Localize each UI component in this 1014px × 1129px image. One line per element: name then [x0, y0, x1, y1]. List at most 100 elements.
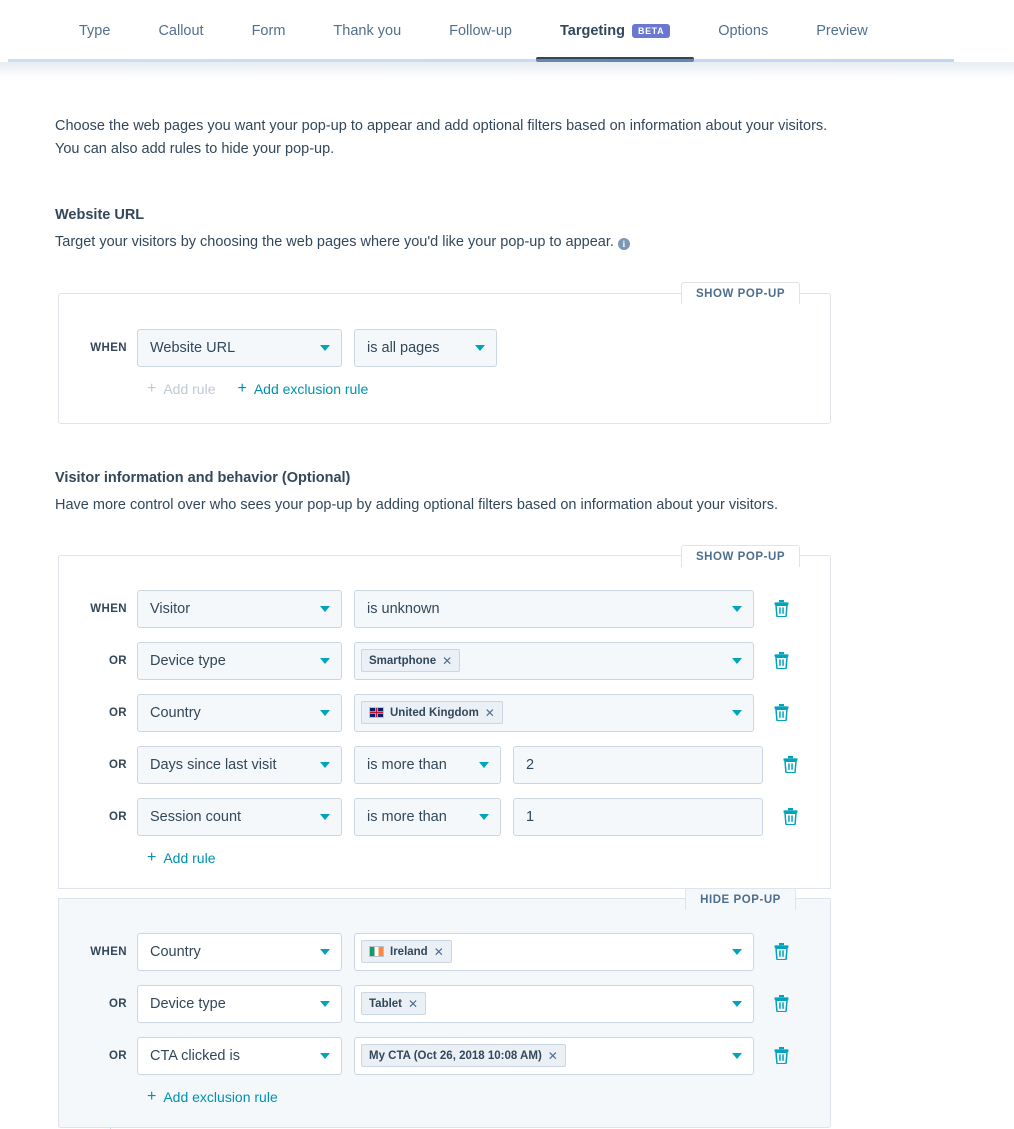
tab-options[interactable]: Options: [694, 0, 792, 62]
property-dropdown-value: Country: [150, 704, 201, 721]
property-dropdown[interactable]: Device type: [137, 641, 342, 680]
website-url-description: Target your visitors by choosing the web…: [55, 232, 1014, 254]
operator-dropdown-value: is all pages: [367, 340, 440, 357]
page-content: Choose the web pages you want your pop-u…: [0, 62, 1014, 1128]
operator-dropdown[interactable]: is all pages: [354, 329, 497, 368]
remove-chip-icon[interactable]: ✕: [408, 998, 418, 1010]
property-dropdown-value: Visitor: [150, 600, 191, 617]
trash-icon: [783, 808, 797, 826]
remove-chip-icon[interactable]: ✕: [548, 1050, 558, 1062]
property-dropdown[interactable]: Country: [137, 693, 342, 732]
property-dropdown[interactable]: Session count: [137, 797, 342, 836]
operator-dropdown-value: is more than: [367, 808, 447, 825]
property-dropdown[interactable]: Visitor: [137, 589, 342, 628]
tab-label: Follow-up: [449, 23, 512, 39]
info-icon[interactable]: i: [617, 238, 630, 251]
hide-popup-panel: HIDE POP-UP WHEN Country Ireland ✕ OR Device …: [58, 887, 831, 1128]
value-token-select[interactable]: Smartphone ✕: [354, 641, 754, 680]
delete-rule-button[interactable]: [770, 1045, 792, 1067]
plus-icon: +: [147, 1087, 157, 1105]
chevron-down-icon: [732, 1052, 742, 1059]
tab-targeting[interactable]: Targeting BETA: [536, 0, 695, 62]
trash-icon: [774, 652, 788, 670]
delete-rule-button[interactable]: [779, 806, 801, 828]
show-popup-legend: SHOW POP-UP: [680, 544, 801, 567]
chevron-down-icon: [479, 813, 489, 820]
property-dropdown-value: Device type: [150, 995, 226, 1012]
tab-callout[interactable]: Callout: [134, 0, 227, 62]
editor-tab-bar: Type Callout Form Thank you Follow-up Targeti…: [0, 0, 1014, 62]
tab-preview[interactable]: Preview: [792, 0, 892, 62]
value-input[interactable]: 2: [513, 745, 763, 784]
rule-row: OR Device type Smartphone ✕: [59, 635, 830, 687]
property-dropdown[interactable]: Website URL: [137, 329, 342, 368]
rule-conjunction: OR: [108, 654, 127, 667]
tab-thank-you[interactable]: Thank you: [309, 0, 425, 62]
remove-chip-icon[interactable]: ✕: [434, 946, 444, 958]
chevron-down-icon: [732, 605, 742, 612]
visitor-info-description: Have more control over who sees your pop…: [55, 495, 1014, 517]
beta-badge: BETA: [631, 24, 671, 38]
property-dropdown[interactable]: CTA clicked is: [137, 1036, 342, 1075]
add-rule-link[interactable]: + Add rule: [147, 849, 216, 866]
add-exclusion-rule-link[interactable]: + Add exclusion rule: [147, 1087, 278, 1105]
property-dropdown[interactable]: Country: [137, 932, 342, 971]
operator-dropdown[interactable]: is more than: [354, 745, 501, 784]
flag-ie-icon: [369, 946, 384, 958]
delete-rule-button[interactable]: [770, 993, 792, 1015]
hide-add-links: + Add exclusion rule: [59, 1087, 830, 1105]
add-rule-label: Add rule: [163, 381, 216, 398]
delete-rule-button[interactable]: [770, 650, 792, 672]
trash-icon: [774, 995, 788, 1013]
trash-icon: [783, 756, 797, 774]
property-dropdown-value: Days since last visit: [150, 756, 277, 773]
rule-row: OR CTA clicked is My CTA (Oct 26, 2018 10:…: [59, 1030, 830, 1082]
chevron-down-icon: [320, 813, 330, 820]
tab-label: Targeting: [560, 23, 625, 39]
value-input-text: 2: [526, 756, 535, 773]
add-exclusion-rule-link[interactable]: + Add exclusion rule: [237, 380, 369, 398]
value-token-select[interactable]: My CTA (Oct 26, 2018 10:08 AM) ✕: [354, 1036, 754, 1075]
tab-label: Options: [718, 23, 769, 39]
property-dropdown[interactable]: Device type: [137, 984, 342, 1023]
value-chip-label: Smartphone: [369, 654, 437, 667]
add-exclusion-rule-label: Add exclusion rule: [253, 381, 369, 398]
hide-popup-legend: HIDE POP-UP: [685, 887, 796, 910]
delete-rule-button[interactable]: [779, 754, 801, 776]
value-token-select[interactable]: Ireland ✕: [354, 932, 754, 971]
remove-chip-icon[interactable]: ✕: [442, 655, 452, 667]
tab-form[interactable]: Form: [228, 0, 310, 62]
trash-icon: [774, 1047, 788, 1065]
tab-label: Preview: [816, 23, 868, 39]
chevron-down-icon: [732, 709, 742, 716]
show-popup-panel: SHOW POP-UP WHEN Visitor is unknown OR Devic…: [58, 544, 831, 889]
show-popup-rules-url: WHEN Website URL is all pages + Add rule…: [59, 304, 830, 423]
operator-dropdown-value: is more than: [367, 756, 447, 773]
value-dropdown[interactable]: is unknown: [354, 589, 754, 628]
value-input[interactable]: 1: [513, 797, 763, 836]
trash-icon: [774, 704, 788, 722]
tab-list: Type Callout Form Thank you Follow-up Targeti…: [55, 0, 892, 62]
tab-type[interactable]: Type: [55, 0, 134, 62]
show-add-links: + Add rule: [59, 849, 830, 866]
rule-row: WHEN Website URL is all pages: [59, 322, 830, 374]
chevron-down-icon: [320, 1000, 330, 1007]
delete-rule-button[interactable]: [770, 702, 792, 724]
delete-rule-button[interactable]: [770, 598, 792, 620]
add-rule-link[interactable]: + Add rule: [147, 381, 216, 398]
rule-conjunction: OR: [108, 997, 127, 1010]
show-popup-rules: WHEN Visitor is unknown OR Device type Smartp…: [59, 567, 830, 888]
value-token-select[interactable]: United Kingdom ✕: [354, 693, 754, 732]
value-chip-label: My CTA (Oct 26, 2018 10:08 AM): [369, 1049, 542, 1062]
property-dropdown[interactable]: Days since last visit: [137, 745, 342, 784]
value-token-select[interactable]: Tablet ✕: [354, 984, 754, 1023]
operator-dropdown[interactable]: is more than: [354, 797, 501, 836]
delete-rule-button[interactable]: [770, 941, 792, 963]
plus-icon: +: [237, 380, 247, 398]
value-chip: Ireland ✕: [361, 940, 452, 964]
visitor-info-description-text: Have more control over who sees your pop…: [55, 497, 778, 514]
remove-chip-icon[interactable]: ✕: [485, 707, 495, 719]
tab-follow-up[interactable]: Follow-up: [425, 0, 536, 62]
chevron-down-icon: [732, 948, 742, 955]
value-chip: Tablet ✕: [361, 992, 427, 1016]
